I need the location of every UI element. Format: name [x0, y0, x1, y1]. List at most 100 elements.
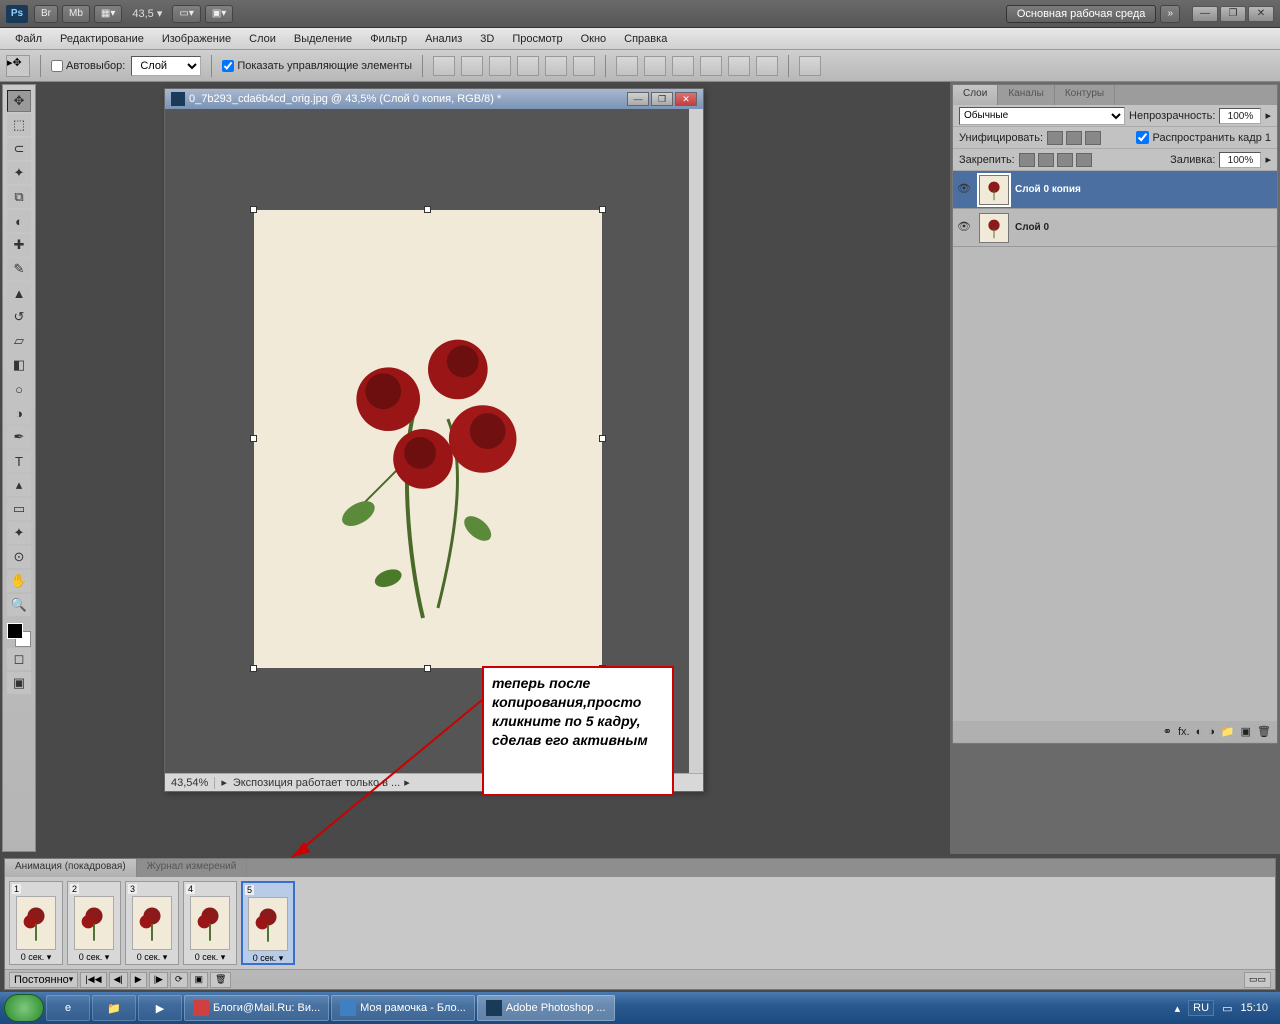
- menu-layers[interactable]: Слои: [240, 33, 285, 45]
- shape-tool[interactable]: ▭: [7, 498, 31, 520]
- vertical-scrollbar[interactable]: [689, 109, 703, 773]
- pinned-media-icon[interactable]: ▶: [138, 995, 182, 1021]
- layer-row[interactable]: 👁 Слой 0: [953, 209, 1277, 247]
- align-button-3[interactable]: [489, 56, 511, 76]
- layer-group-icon[interactable]: 📁: [1221, 725, 1235, 738]
- layer-name[interactable]: Слой 0: [1015, 222, 1049, 233]
- autoselect-dropdown[interactable]: Слой: [131, 56, 201, 76]
- adjustment-layer-icon[interactable]: ◑: [1208, 726, 1215, 738]
- link-layers-icon[interactable]: ⚭: [1163, 725, 1172, 738]
- eyedropper-tool[interactable]: ◐: [7, 210, 31, 232]
- menu-help[interactable]: Справка: [615, 33, 676, 45]
- hand-tool[interactable]: ✋: [7, 570, 31, 592]
- align-button-2[interactable]: [461, 56, 483, 76]
- workspace-switcher[interactable]: Основная рабочая среда: [1006, 5, 1157, 23]
- view-extras-button[interactable]: ▦▾: [94, 5, 122, 23]
- 3d-camera-tool[interactable]: ⊙: [7, 546, 31, 568]
- lasso-tool[interactable]: ⊂: [7, 138, 31, 160]
- distribute-button-2[interactable]: [644, 56, 666, 76]
- visibility-eye-icon[interactable]: 👁: [957, 182, 973, 198]
- duplicate-frame-button[interactable]: ▣: [190, 972, 209, 988]
- minimize-button[interactable]: —: [1192, 6, 1218, 22]
- fill-input[interactable]: 100%: [1219, 152, 1261, 168]
- path-select-tool[interactable]: ▴: [7, 474, 31, 496]
- tab-measurements[interactable]: Журнал измерений: [137, 859, 248, 877]
- language-indicator[interactable]: RU: [1188, 1000, 1214, 1016]
- wand-tool[interactable]: ✦: [7, 162, 31, 184]
- visibility-eye-icon[interactable]: 👁: [957, 220, 973, 236]
- opacity-input[interactable]: 100%: [1219, 108, 1261, 124]
- distribute-button-1[interactable]: [616, 56, 638, 76]
- menu-edit[interactable]: Редактирование: [51, 33, 153, 45]
- zoom-tool[interactable]: 🔍: [7, 594, 31, 616]
- animation-frame[interactable]: 40 сек. ▾: [183, 881, 237, 965]
- dodge-tool[interactable]: ◑: [7, 402, 31, 424]
- layer-name[interactable]: Слой 0 копия: [1015, 184, 1081, 195]
- lock-position-icon[interactable]: [1057, 153, 1073, 167]
- tray-expand-icon[interactable]: ▴: [1175, 1002, 1181, 1015]
- next-frame-button[interactable]: |▶: [149, 972, 168, 988]
- prev-frame-button[interactable]: ◀|: [109, 972, 128, 988]
- taskbar-item[interactable]: Блоги@Mail.Ru: Ви...: [184, 995, 329, 1021]
- unify-position-icon[interactable]: [1047, 131, 1063, 145]
- distribute-button-6[interactable]: [756, 56, 778, 76]
- stamp-tool[interactable]: ▲: [7, 282, 31, 304]
- propagate-frame-checkbox[interactable]: [1136, 131, 1149, 144]
- gradient-tool[interactable]: ◧: [7, 354, 31, 376]
- distribute-button-3[interactable]: [672, 56, 694, 76]
- layer-fx-icon[interactable]: fx.: [1178, 726, 1190, 738]
- align-button-1[interactable]: [433, 56, 455, 76]
- align-button-5[interactable]: [545, 56, 567, 76]
- close-button[interactable]: ✕: [1248, 6, 1274, 22]
- distribute-button-4[interactable]: [700, 56, 722, 76]
- menu-file[interactable]: Файл: [6, 33, 51, 45]
- bridge-button[interactable]: Br: [34, 5, 58, 23]
- blend-mode-dropdown[interactable]: Обычные: [959, 107, 1125, 125]
- start-button[interactable]: [4, 994, 44, 1022]
- delete-frame-button[interactable]: 🗑: [210, 972, 231, 988]
- screenmode-button[interactable]: ▣: [7, 672, 31, 694]
- menu-analysis[interactable]: Анализ: [416, 33, 471, 45]
- crop-tool[interactable]: ⧉: [7, 186, 31, 208]
- clock[interactable]: 15:10: [1240, 1002, 1268, 1014]
- menu-select[interactable]: Выделение: [285, 33, 361, 45]
- history-brush-tool[interactable]: ↺: [7, 306, 31, 328]
- document-titlebar[interactable]: 0_7b293_cda6b4cd_orig.jpg @ 43,5% (Слой …: [165, 89, 703, 109]
- first-frame-button[interactable]: |◀◀: [80, 972, 106, 988]
- animation-frame[interactable]: 10 сек. ▾: [9, 881, 63, 965]
- layer-thumbnail[interactable]: [979, 213, 1009, 243]
- loop-dropdown[interactable]: Постоянно ▾: [9, 972, 78, 988]
- pinned-explorer-icon[interactable]: 📁: [92, 995, 136, 1021]
- blur-tool[interactable]: ○: [7, 378, 31, 400]
- tab-animation[interactable]: Анимация (покадровая): [5, 859, 137, 877]
- auto-align-button[interactable]: [799, 56, 821, 76]
- arrange-button[interactable]: ▭▾: [172, 5, 200, 23]
- layer-thumbnail[interactable]: [979, 175, 1009, 205]
- workspace-expand-button[interactable]: »: [1160, 5, 1180, 23]
- type-tool[interactable]: T: [7, 450, 31, 472]
- menu-3d[interactable]: 3D: [471, 33, 503, 45]
- align-button-6[interactable]: [573, 56, 595, 76]
- unify-visibility-icon[interactable]: [1066, 131, 1082, 145]
- color-swatches[interactable]: [7, 623, 31, 647]
- menu-window[interactable]: Окно: [572, 33, 616, 45]
- unify-style-icon[interactable]: [1085, 131, 1101, 145]
- eraser-tool[interactable]: ▱: [7, 330, 31, 352]
- doc-close-button[interactable]: ✕: [675, 92, 697, 106]
- lock-pixels-icon[interactable]: [1038, 153, 1054, 167]
- pinned-ie-icon[interactable]: e: [46, 995, 90, 1021]
- move-tool-preset-icon[interactable]: ▸✥: [6, 55, 30, 77]
- marquee-tool[interactable]: ⬚: [7, 114, 31, 136]
- quickmask-button[interactable]: ◻: [7, 648, 31, 670]
- taskbar-item[interactable]: Adobe Photoshop ...: [477, 995, 615, 1021]
- mini-bridge-button[interactable]: Mb: [62, 5, 90, 23]
- tray-flag-icon[interactable]: ▭: [1222, 1002, 1232, 1015]
- status-zoom[interactable]: 43,54%: [165, 777, 215, 789]
- pen-tool[interactable]: ✒: [7, 426, 31, 448]
- tab-layers[interactable]: Слои: [953, 85, 998, 105]
- maximize-button[interactable]: ❐: [1220, 6, 1246, 22]
- layer-mask-icon[interactable]: ◐: [1196, 726, 1203, 738]
- lock-transparency-icon[interactable]: [1019, 153, 1035, 167]
- move-tool[interactable]: ✥: [7, 90, 31, 112]
- animation-frame[interactable]: 30 сек. ▾: [125, 881, 179, 965]
